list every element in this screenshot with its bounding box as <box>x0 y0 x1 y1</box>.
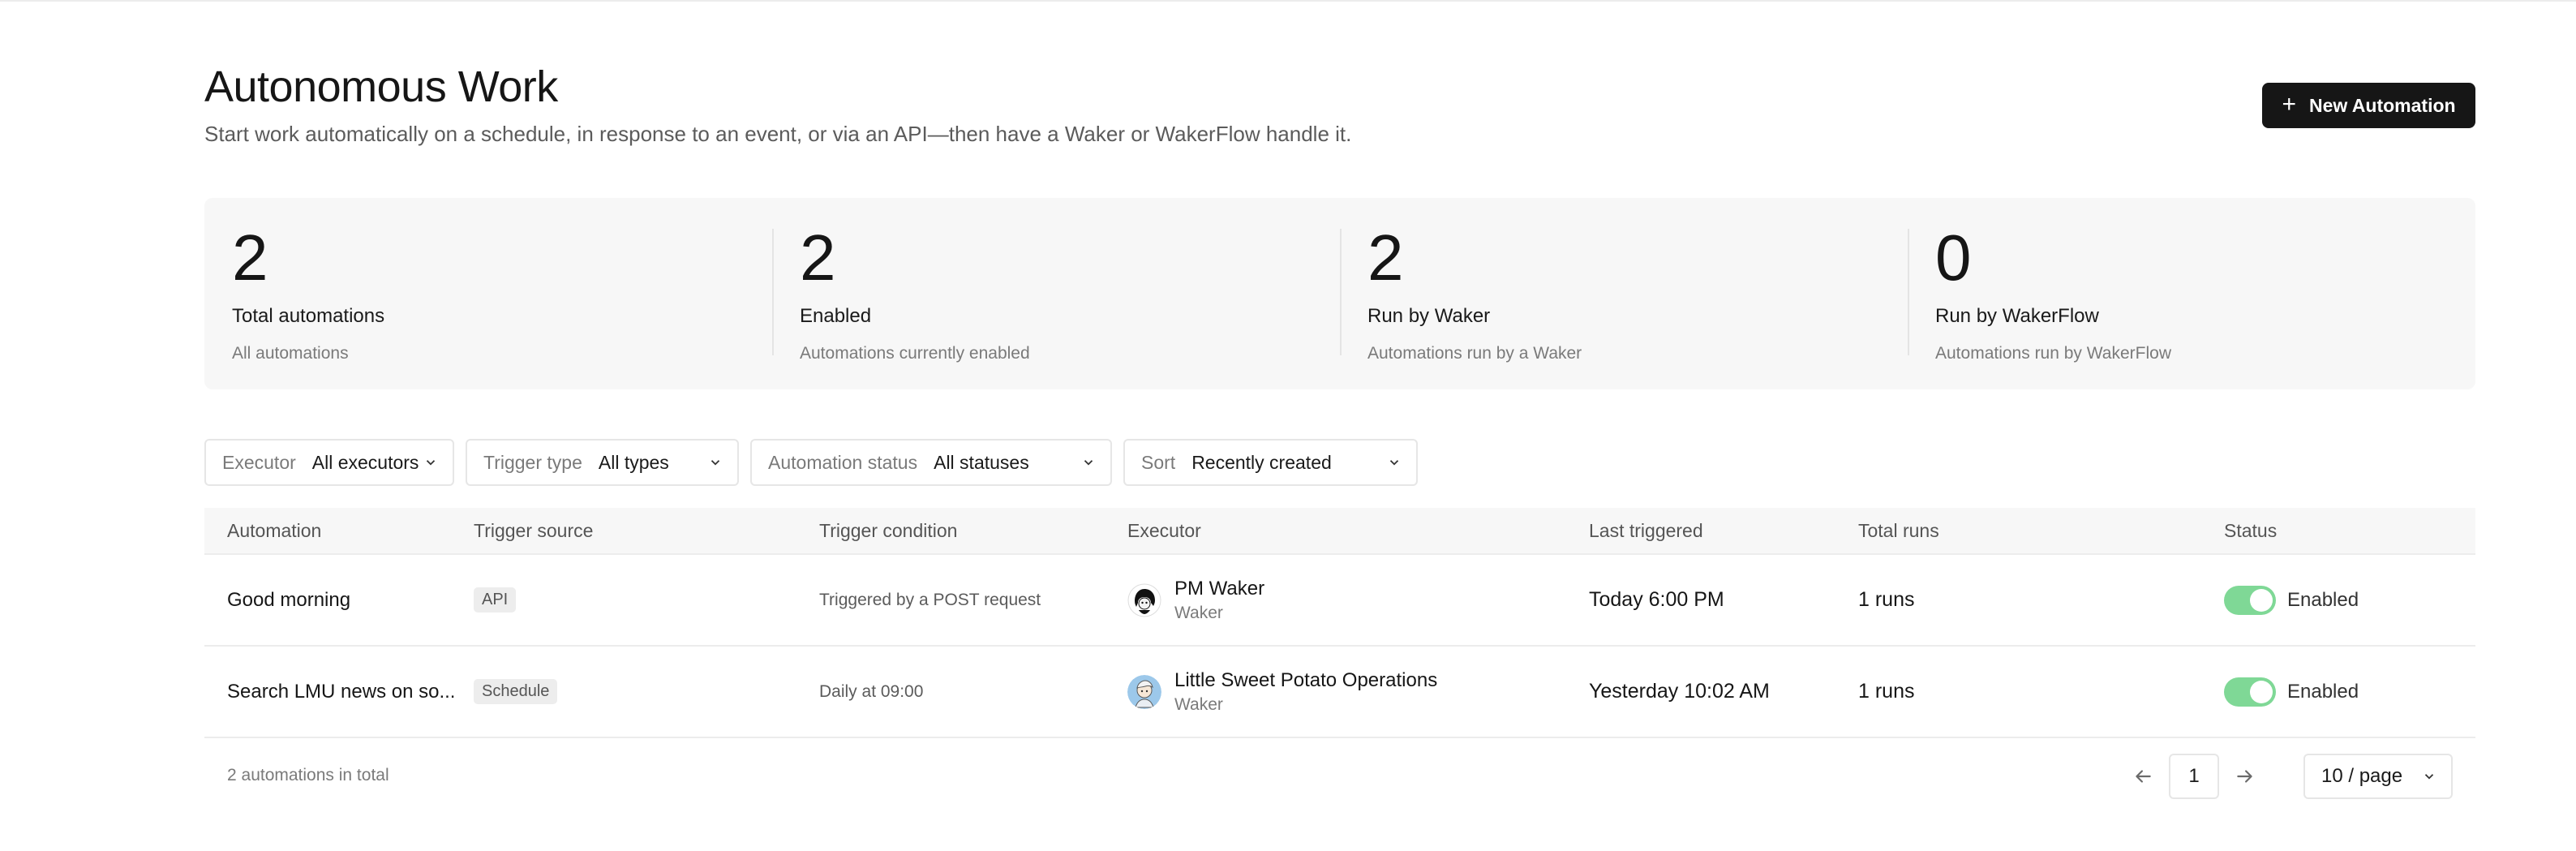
executor-cell: PM Waker Waker <box>1127 578 1589 623</box>
status-cell: Enabled <box>2224 677 2475 707</box>
stat-total: 2 Total automations All automations <box>204 198 772 389</box>
chevron-down-icon <box>711 460 720 466</box>
arrow-right-icon <box>2237 770 2252 783</box>
column-header-trigger-source: Trigger source <box>474 519 594 541</box>
stats-panel: 2 Total automations All automations 2 En… <box>204 198 2475 389</box>
stat-enabled: 2 Enabled Automations currently enabled <box>772 198 1340 389</box>
stat-run-by-waker: 2 Run by Waker Automations run by a Wake… <box>1340 198 1908 389</box>
page-number[interactable]: 1 <box>2169 754 2219 799</box>
stat-label: Enabled <box>800 305 872 327</box>
filter-bar: Executor All executors Trigger type All … <box>204 439 1418 486</box>
chevron-down-icon <box>426 460 436 466</box>
page-subtitle: Start work automatically on a schedule, … <box>204 122 1352 146</box>
automation-name[interactable]: Search LMU news on so... <box>204 681 474 703</box>
column-header-status: Status <box>2224 519 2278 541</box>
filter-label: Sort <box>1141 451 1176 473</box>
trigger-condition: Triggered by a POST request <box>819 590 1041 609</box>
next-page-button[interactable] <box>2222 754 2268 799</box>
page-title: Autonomous Work <box>204 62 558 111</box>
filter-value: All statuses <box>934 451 1029 473</box>
chevron-down-icon <box>1389 460 1399 466</box>
trigger-source-tag: API <box>474 587 517 612</box>
trigger-type-filter[interactable]: Trigger type All types <box>466 439 739 486</box>
stat-description: All automations <box>232 344 349 363</box>
trigger-condition: Daily at 09:00 <box>819 681 924 701</box>
executor-name: PM Waker <box>1174 577 1265 600</box>
status-text: Enabled <box>2287 588 2359 611</box>
filter-label: Automation status <box>768 451 918 473</box>
automations-table: Automation Trigger source Trigger condit… <box>204 508 2475 738</box>
table-row[interactable]: Good morning API Triggered by a POST req… <box>204 555 2475 647</box>
last-triggered: Today 6:00 PM <box>1589 588 1724 611</box>
total-runs: 1 runs <box>1858 588 1915 611</box>
page-size-select[interactable]: 10 / page <box>2303 754 2453 799</box>
column-header-last-triggered: Last triggered <box>1589 519 1703 541</box>
chevron-down-icon <box>2424 774 2434 780</box>
page-size-value: 10 / page <box>2321 765 2403 787</box>
stat-run-by-wakerflow: 0 Run by WakerFlow Automations run by Wa… <box>1908 198 2475 389</box>
automation-name[interactable]: Good morning <box>204 589 474 612</box>
executor-type: Waker <box>1174 603 1223 622</box>
new-automation-label: New Automation <box>2308 94 2456 116</box>
stat-description: Automations currently enabled <box>800 344 1030 363</box>
status-text: Enabled <box>2287 680 2359 703</box>
last-triggered: Yesterday 10:02 AM <box>1589 680 1770 703</box>
filter-value: All types <box>598 451 669 473</box>
stat-value: 0 <box>1935 221 1972 294</box>
executor-cell: Little Sweet Potato Operations Waker <box>1127 669 1589 715</box>
avatar <box>1127 582 1161 617</box>
stat-label: Run by Waker <box>1367 305 1491 327</box>
sort-filter[interactable]: Sort Recently created <box>1123 439 1418 486</box>
column-header-trigger-condition: Trigger condition <box>819 519 958 541</box>
stat-label: Run by WakerFlow <box>1935 305 2099 327</box>
stat-description: Automations run by WakerFlow <box>1935 344 2171 363</box>
filter-value: Recently created <box>1191 451 1332 473</box>
plus-icon: + <box>2282 90 2296 118</box>
table-row[interactable]: Search LMU news on so... Schedule Daily … <box>204 647 2475 738</box>
filter-value: All executors <box>311 451 419 473</box>
stat-label: Total automations <box>232 305 385 327</box>
executor-filter[interactable]: Executor All executors <box>204 439 454 486</box>
enabled-toggle[interactable] <box>2224 585 2276 615</box>
arrow-left-icon <box>2136 770 2151 783</box>
stat-value: 2 <box>1367 221 1404 294</box>
table-header: Automation Trigger source Trigger condit… <box>204 508 2475 555</box>
avatar <box>1127 674 1161 709</box>
pagination: 1 10 / page <box>2120 754 2453 799</box>
new-automation-button[interactable]: + New Automation <box>2262 83 2475 128</box>
column-header-executor: Executor <box>1127 519 1201 541</box>
total-runs: 1 runs <box>1858 680 1915 703</box>
stat-description: Automations run by a Waker <box>1367 344 1582 363</box>
automation-status-filter[interactable]: Automation status All statuses <box>750 439 1112 486</box>
filter-label: Trigger type <box>483 451 582 473</box>
column-header-automation: Automation <box>227 519 322 541</box>
filter-label: Executor <box>222 451 296 473</box>
stat-value: 2 <box>232 221 268 294</box>
enabled-toggle[interactable] <box>2224 677 2276 707</box>
status-cell: Enabled <box>2224 585 2475 615</box>
trigger-source-tag: Schedule <box>474 679 558 704</box>
executor-name: Little Sweet Potato Operations <box>1174 668 1438 691</box>
prev-page-button[interactable] <box>2120 754 2166 799</box>
executor-type: Waker <box>1174 694 1223 714</box>
stat-value: 2 <box>800 221 836 294</box>
total-count: 2 automations in total <box>227 766 389 784</box>
autonomous-work-page: Autonomous Work Start work automatically… <box>204 0 2475 851</box>
chevron-down-icon <box>1084 460 1093 466</box>
column-header-total-runs: Total runs <box>1858 519 1939 541</box>
